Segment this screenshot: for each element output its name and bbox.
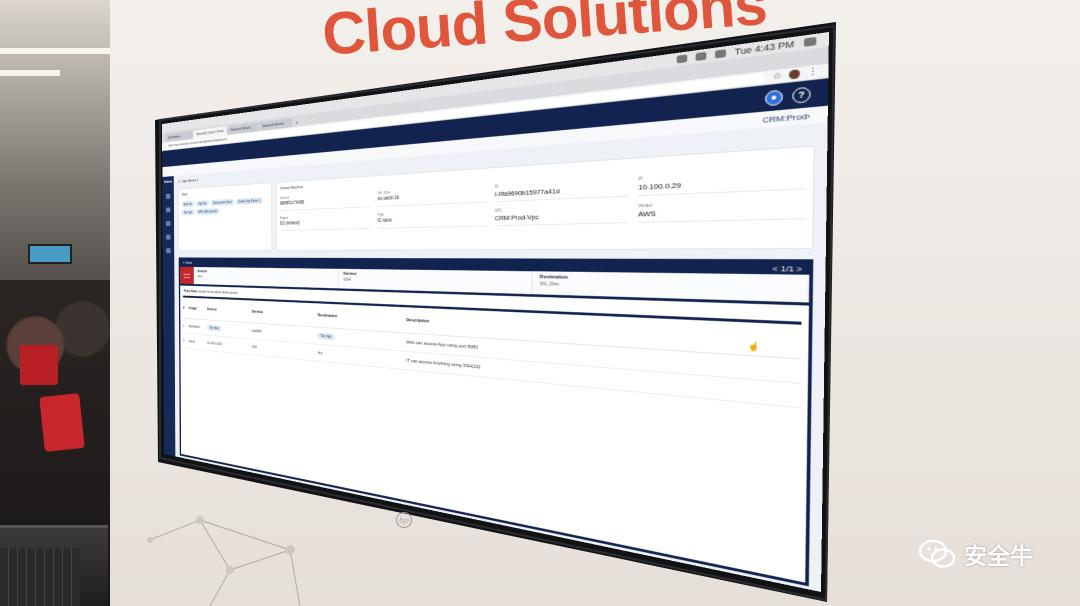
- rule-usage: Application: [188, 324, 200, 329]
- field-value: EU (Ireland): [280, 220, 300, 227]
- app-window: Tue 4:43 PM Dynatrace Security Cloud | P…: [162, 31, 829, 593]
- tag-chip[interactable]: Tier: App: [181, 209, 195, 216]
- mouse-cursor-icon: ☝: [748, 341, 761, 352]
- chevron-right-icon: ›: [807, 110, 811, 121]
- nav-assets-icon[interactable]: [166, 234, 171, 240]
- flow-service: Service SSH: [338, 268, 534, 295]
- nav-topology-icon[interactable]: [165, 207, 171, 213]
- wechat-icon: [918, 539, 956, 568]
- denied-badge: Inbound Denied: [180, 266, 194, 285]
- column-header: Source: [207, 307, 217, 312]
- hp-logo: hp: [396, 512, 412, 528]
- battery-icon: [676, 54, 688, 64]
- search-icon[interactable]: [803, 36, 817, 47]
- brand-logo: Nubeva: [164, 179, 173, 185]
- vm-field-zone: Avl. Zone eu-west-1b: [377, 185, 488, 207]
- rule-source-chip[interactable]: Tier: Web: [207, 324, 222, 332]
- rules-subtitle: relevant for the above denied access: [198, 289, 238, 296]
- rule-service: tcp/8080: [251, 328, 262, 334]
- vm-field-id: ID i-0fa9690b15977a41d: [494, 177, 629, 203]
- server-icon: ▭: [178, 179, 181, 184]
- new-tab-button[interactable]: +: [293, 119, 301, 127]
- flow-source: Source Any: [193, 266, 339, 289]
- rule-source: 10.100.0.0/16: [207, 340, 222, 347]
- nav-dashboard-icon[interactable]: [165, 193, 171, 199]
- tags-card: Tags Web Tier App Tier Environment: Prod…: [178, 182, 273, 252]
- breadcrumb-item[interactable]: CRM:Prod: [762, 111, 807, 124]
- column-header: Usage: [188, 306, 197, 311]
- monitor-screen: Tue 4:43 PM Dynatrace Security Cloud | P…: [0, 0, 1080, 606]
- vm-field-type: Type t2.nano: [377, 208, 487, 229]
- rule-usage: Admin: [188, 339, 196, 344]
- vm-field-ip: IP 10.100.0.29: [638, 167, 806, 197]
- rule-destination: Any: [317, 350, 323, 356]
- card-title: Tags: [181, 192, 188, 197]
- column-header: Destination: [317, 312, 338, 319]
- main-content: ▭ App Server 1 Tags Web Tier App Tier En…: [174, 122, 828, 592]
- nav-policy-icon[interactable]: [166, 220, 171, 227]
- tag-chip[interactable]: Web Tier: [181, 201, 195, 208]
- vm-field-vendor: Vendor AWS: [638, 197, 806, 223]
- rules-heading: Policy Rules: [183, 289, 198, 294]
- policy-panel: × Close < 1/1 > Inbound Denied Source An…: [178, 257, 814, 587]
- page-title-text: App Server 1: [182, 178, 199, 184]
- tag-chip[interactable]: NPG: Web Security: [196, 208, 220, 215]
- tag-chip[interactable]: Owner: App Server 1: [235, 197, 263, 205]
- close-button[interactable]: × Close: [183, 261, 192, 265]
- watermark: 安全牛: [918, 537, 1033, 571]
- user-icon[interactable]: ●: [765, 88, 783, 106]
- flow-value: Any: [197, 274, 203, 279]
- vm-field-account: Account 888951176458: [280, 191, 372, 211]
- browser-menu-icon[interactable]: ⋮: [807, 66, 818, 79]
- nav-settings-icon[interactable]: [166, 248, 171, 254]
- rule-destination-chip[interactable]: Tier: App: [317, 332, 335, 341]
- badge-line: Denied: [184, 275, 190, 279]
- help-icon[interactable]: ?: [792, 85, 811, 104]
- volume-icon: [714, 49, 726, 59]
- wifi-icon: [695, 51, 707, 62]
- bookmark-star-icon[interactable]: ☆: [772, 70, 782, 82]
- vm-field-vpc: VPC CRM:Prod-Vpc: [494, 203, 629, 227]
- profile-avatar[interactable]: [788, 69, 800, 80]
- tag-chip[interactable]: Environment: Prod: [210, 198, 234, 207]
- column-header: Service: [251, 309, 263, 315]
- tag-chip[interactable]: App Tier: [196, 200, 209, 207]
- watermark-text: 安全牛: [964, 544, 1033, 570]
- rule-service: SSH: [251, 344, 258, 350]
- vm-field-region: Region EU (Ireland): [280, 213, 372, 231]
- virtual-machine-card: Virtual Machine Account 888951176458 Avl…: [276, 145, 815, 251]
- pager[interactable]: < 1/1 >: [772, 264, 802, 273]
